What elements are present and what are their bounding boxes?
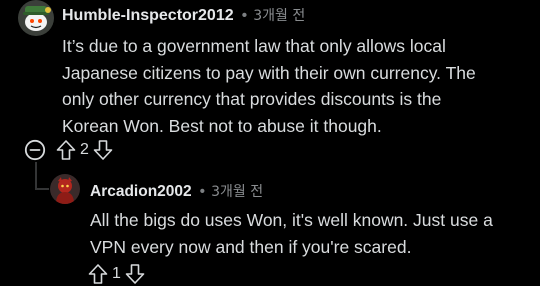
username[interactable]: Humble-Inspector2012 [62, 7, 234, 25]
upvote-arrow-icon[interactable] [56, 139, 76, 161]
upvote-arrow-icon[interactable] [88, 263, 108, 285]
reply-actions: 1 [88, 263, 145, 285]
avatar[interactable] [18, 0, 54, 36]
red-character-avatar-icon [50, 174, 80, 204]
username[interactable]: Arcadion2002 [90, 183, 192, 201]
comment-timestamp[interactable]: 3개월 전 [253, 5, 305, 25]
downvote-arrow-icon[interactable] [125, 263, 145, 285]
avatar[interactable] [50, 174, 80, 204]
thread-line [35, 162, 37, 190]
comment-timestamp[interactable]: 3개월 전 [211, 181, 263, 201]
reply-header: Arcadion2002 • 3개월 전 [90, 181, 263, 201]
vote-count: 1 [112, 265, 121, 282]
snoo-avatar-icon [18, 0, 54, 36]
meta-separator: • [199, 183, 206, 200]
collapse-thread-icon[interactable] [24, 139, 46, 161]
meta-separator: • [241, 7, 248, 24]
comment-body: It’s due to a government law that only a… [62, 36, 476, 136]
vote-count: 2 [80, 141, 89, 158]
comment-header: Humble-Inspector2012 • 3개월 전 [62, 5, 305, 25]
reply-body: All the bigs do uses Won, it's well know… [90, 210, 493, 257]
downvote-arrow-icon[interactable] [93, 139, 113, 161]
thread-branch-line [35, 188, 49, 190]
comment-actions: 2 [24, 139, 113, 161]
